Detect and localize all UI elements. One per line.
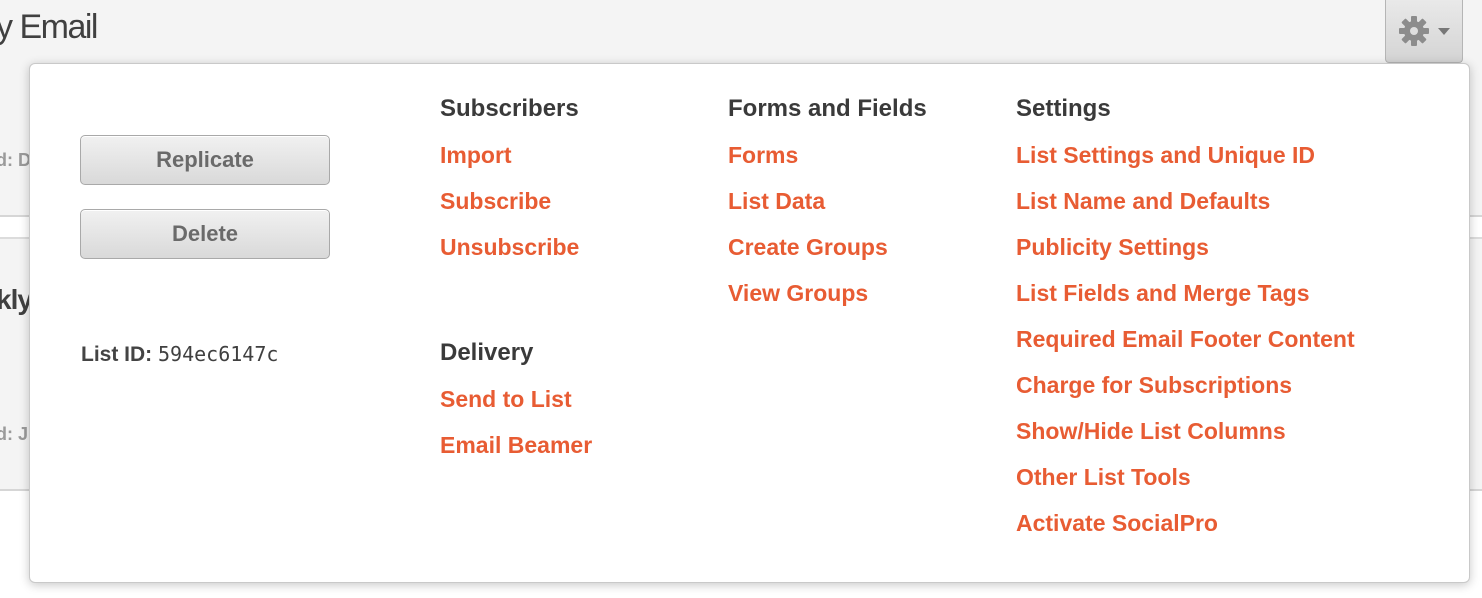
page-title: y Email	[0, 8, 98, 46]
charge-subscriptions-link[interactable]: Charge for Subscriptions	[1016, 362, 1355, 408]
delivery-heading: Delivery	[440, 339, 534, 366]
publicity-settings-link[interactable]: Publicity Settings	[1016, 224, 1355, 270]
list-id: List ID: 594ec6147c	[81, 342, 278, 367]
list-fields-merge-tags-link[interactable]: List Fields and Merge Tags	[1016, 270, 1355, 316]
gear-icon	[1398, 15, 1430, 47]
send-to-list-link[interactable]: Send to List	[440, 376, 592, 422]
replicate-button[interactable]: Replicate	[80, 135, 330, 185]
email-beamer-link[interactable]: Email Beamer	[440, 422, 592, 468]
chevron-down-icon	[1438, 27, 1450, 35]
list-data-link[interactable]: List Data	[728, 178, 927, 224]
subscribers-heading: Subscribers	[440, 95, 579, 122]
delivery-section: Delivery Send to List Email Beamer	[440, 330, 592, 468]
unsubscribe-link[interactable]: Unsubscribe	[440, 224, 579, 270]
create-groups-link[interactable]: Create Groups	[728, 224, 927, 270]
other-list-tools-link[interactable]: Other List Tools	[1016, 454, 1355, 500]
forms-fields-section: Forms and Fields Forms List Data Create …	[728, 86, 927, 316]
settings-dropdown-button[interactable]	[1385, 0, 1463, 63]
list-id-value: 594ec6147c	[158, 342, 279, 366]
forms-fields-heading: Forms and Fields	[728, 95, 927, 122]
settings-heading: Settings	[1016, 95, 1111, 122]
view-groups-link[interactable]: View Groups	[728, 270, 927, 316]
list-name-text: kly	[0, 284, 33, 315]
import-link[interactable]: Import	[440, 132, 579, 178]
list-name-defaults-link[interactable]: List Name and Defaults	[1016, 178, 1355, 224]
list-meta-text: d: J	[0, 424, 29, 444]
list-settings-unique-id-link[interactable]: List Settings and Unique ID	[1016, 132, 1355, 178]
subscribe-link[interactable]: Subscribe	[440, 178, 579, 224]
list-meta-text: d: D	[0, 150, 31, 170]
subscribers-section: Subscribers Import Subscribe Unsubscribe	[440, 86, 579, 270]
required-email-footer-link[interactable]: Required Email Footer Content	[1016, 316, 1355, 362]
forms-link[interactable]: Forms	[728, 132, 927, 178]
list-id-label: List ID:	[81, 343, 153, 366]
activate-socialpro-link[interactable]: Activate SocialPro	[1016, 500, 1355, 546]
list-settings-dropdown: Replicate Delete List ID: 594ec6147c Sub…	[29, 63, 1470, 583]
settings-section: Settings List Settings and Unique ID Lis…	[1016, 86, 1355, 546]
show-hide-columns-link[interactable]: Show/Hide List Columns	[1016, 408, 1355, 454]
delete-button[interactable]: Delete	[80, 209, 330, 259]
